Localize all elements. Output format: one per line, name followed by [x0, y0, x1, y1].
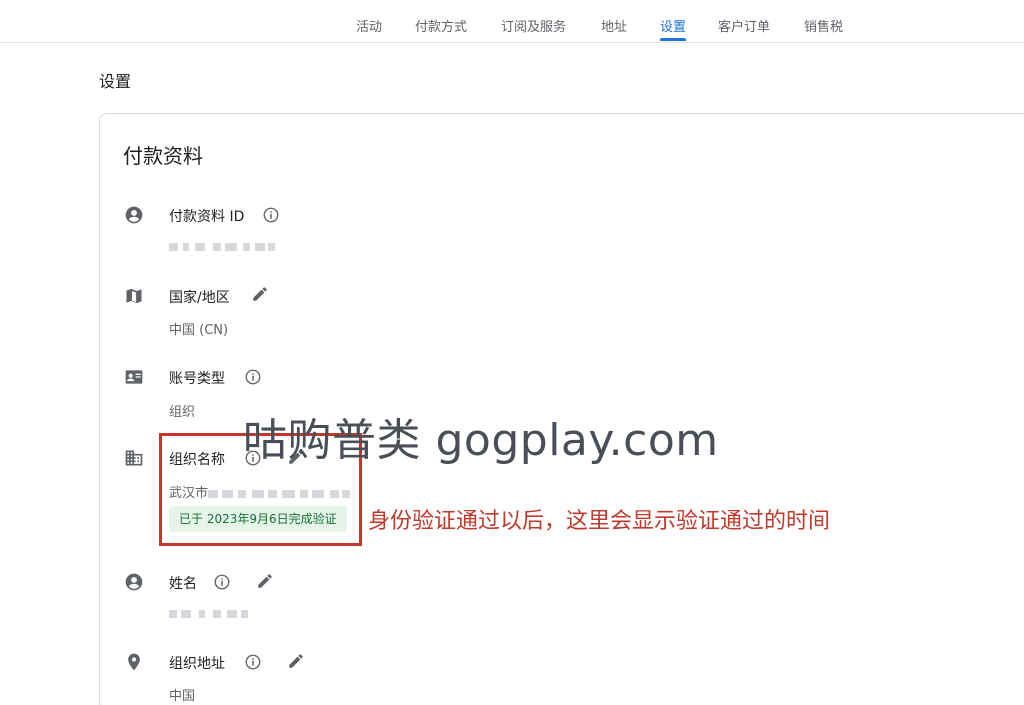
tab-addresses[interactable]: 地址	[601, 16, 627, 35]
tab-payment-methods[interactable]: 付款方式	[415, 16, 467, 35]
organization-address-value: 中国	[169, 689, 196, 704]
info-icon[interactable]	[244, 653, 262, 671]
building-icon	[124, 448, 144, 468]
info-icon[interactable]	[244, 368, 262, 386]
country-region-label: 国家/地区	[169, 290, 230, 306]
tab-customer-orders[interactable]: 客户订单	[718, 16, 770, 35]
account-type-value: 组织	[169, 405, 196, 420]
card-title: 付款资料	[123, 144, 203, 168]
edit-pencil-icon[interactable]	[287, 652, 307, 672]
tab-subscriptions[interactable]: 订阅及服务	[501, 16, 566, 35]
tab-settings[interactable]: 设置	[660, 16, 687, 41]
organization-address-label: 组织地址	[169, 656, 225, 672]
map-icon	[124, 286, 144, 306]
contact-card-icon	[124, 367, 144, 387]
watermark-text: 咕购普类 gogplay.com	[243, 415, 719, 466]
top-nav: 活动 付款方式 订阅及服务 地址 设置 客户订单 销售税	[0, 0, 1024, 43]
payments-profile-id-label: 付款资料 ID	[169, 209, 245, 225]
name-value	[169, 606, 249, 621]
tab-activity[interactable]: 活动	[356, 16, 382, 35]
page-title: 设置	[99, 72, 132, 91]
name-label: 姓名	[169, 576, 197, 592]
account-circle-icon	[124, 572, 144, 592]
account-type-label: 账号类型	[169, 371, 225, 387]
info-icon[interactable]	[213, 573, 231, 591]
country-region-value: 中国 (CN)	[169, 323, 229, 338]
edit-pencil-icon[interactable]	[256, 572, 276, 592]
annotation-text: 身份验证通过以后，这里会显示验证通过的时间	[368, 509, 831, 534]
account-circle-icon	[124, 205, 144, 225]
info-icon[interactable]	[262, 206, 280, 224]
tab-sales-tax[interactable]: 销售税	[804, 16, 843, 35]
edit-pencil-icon[interactable]	[251, 285, 271, 305]
location-pin-icon	[124, 652, 144, 672]
payments-profile-id-value	[169, 239, 275, 254]
